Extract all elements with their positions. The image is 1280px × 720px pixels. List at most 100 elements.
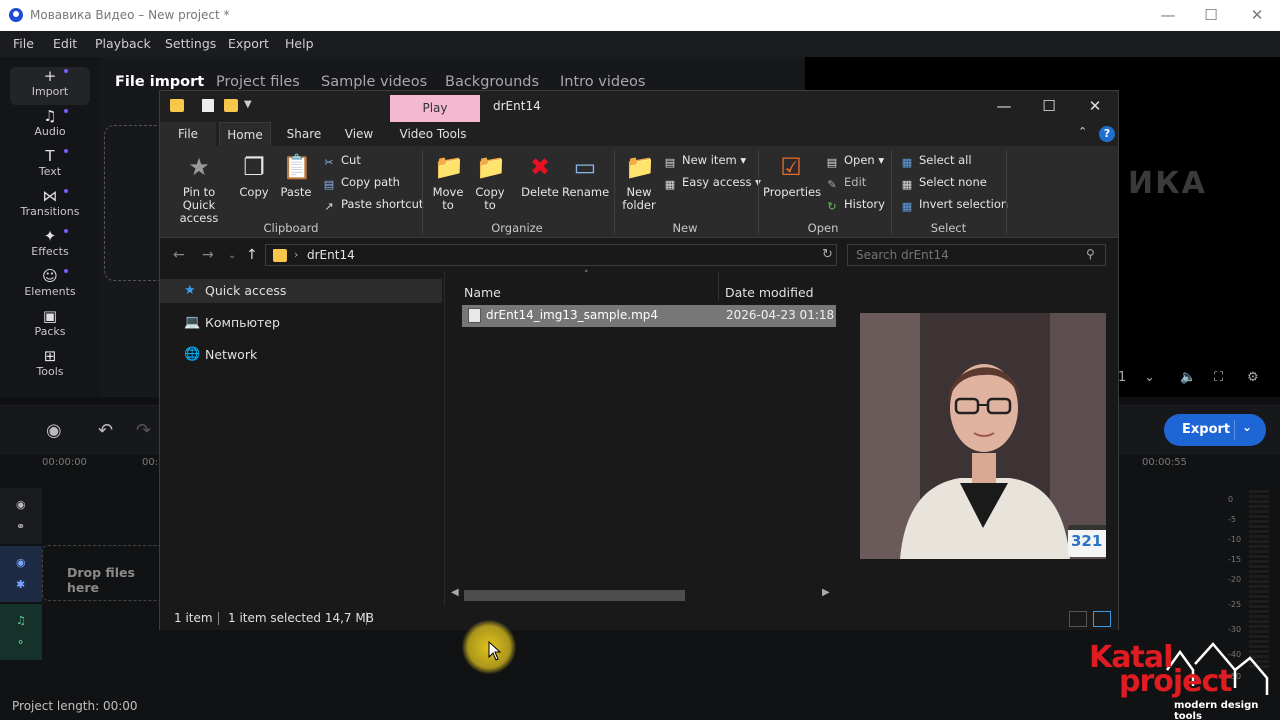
forward-icon[interactable]: → [202, 247, 214, 263]
rename-button[interactable]: ▭ Rename [562, 152, 609, 199]
export-button[interactable]: Export ⌄ [1164, 414, 1266, 446]
edit-button[interactable]: ✎ Edit [825, 174, 866, 191]
sidebar-item-import[interactable]: + Import [10, 67, 90, 105]
gear-icon[interactable]: ⚙ [1247, 370, 1259, 385]
sidebar-item-tools[interactable]: ⊞ Tools [10, 347, 90, 385]
back-icon[interactable]: ← [173, 247, 185, 263]
sidebar-item-transitions[interactable]: ⋈ Transitions [10, 187, 90, 225]
scrollbar-thumb[interactable] [464, 590, 685, 601]
tab-home[interactable]: Home [219, 122, 271, 146]
copy-to-button[interactable]: 📁 Copy to [472, 152, 508, 212]
volume-icon[interactable]: 🔈 [1180, 370, 1196, 385]
minimize-icon[interactable]: — [981, 91, 1027, 122]
link-icon[interactable]: ⚭ [16, 520, 25, 533]
chevron-up-icon[interactable]: ⌃ [1078, 125, 1087, 138]
watermark-logo: Katal project modern design tools [1085, 640, 1275, 720]
breadcrumb-path[interactable]: drEnt14 [307, 248, 355, 262]
column-header-name[interactable]: Name [464, 285, 501, 300]
breadcrumb-chevron-icon[interactable]: › [294, 248, 298, 261]
invert-selection-button[interactable]: ▦ Invert selection [900, 196, 1008, 213]
copy-path-button[interactable]: ▤ Copy path [322, 174, 400, 191]
eye-icon[interactable]: ◉ [16, 498, 26, 511]
file-row[interactable]: drEnt14_img13_sample.mp4 2026-04-23 01:1… [462, 305, 836, 327]
sidebar-item-packs[interactable]: ▣ Packs [10, 307, 90, 345]
menu-file[interactable]: File [13, 36, 34, 51]
paste-button[interactable]: 📋 Paste [278, 152, 314, 199]
menu-playback[interactable]: Playback [95, 36, 151, 51]
delete-button[interactable]: ✖ Delete [520, 152, 560, 199]
import-dropzone[interactable] [104, 125, 164, 281]
large-icons-view-icon[interactable] [1093, 611, 1111, 627]
tab-file-import[interactable]: File import [115, 74, 204, 90]
tab-file[interactable]: File [160, 122, 216, 146]
tab-view[interactable]: View [338, 122, 380, 146]
paste-shortcut-button[interactable]: ↗ Paste shortcut [322, 196, 423, 213]
sidebar-item-effects[interactable]: ✦ Effects [10, 227, 90, 265]
tab-share[interactable]: Share [281, 122, 327, 146]
new-item-button[interactable]: ▤ New item ▾ [663, 152, 746, 169]
nav-item-network[interactable]: 🌐 Network [160, 343, 442, 367]
cut-button[interactable]: ✂ Cut [322, 152, 360, 169]
easy-access-button[interactable]: ▦ Easy access ▾ [663, 174, 761, 191]
effects-track-icon[interactable]: ✱ [16, 578, 25, 591]
scroll-right-icon[interactable]: ▶ [822, 587, 830, 598]
close-icon[interactable]: ✕ [1234, 0, 1280, 31]
menu-settings[interactable]: Settings [165, 36, 216, 51]
aspect-ratio-value[interactable]: 1 [1118, 370, 1126, 385]
preview-pane-image: 321 [860, 313, 1106, 559]
eye-icon[interactable]: ◉ [16, 556, 26, 569]
scroll-left-icon[interactable]: ◀ [451, 587, 459, 598]
chevron-down-icon[interactable]: ⌄ [1144, 370, 1155, 385]
fullscreen-icon[interactable]: ⛶ [1214, 370, 1223, 385]
menu-help[interactable]: Help [285, 36, 314, 51]
tab-video-tools[interactable]: Video Tools [396, 122, 470, 146]
move-to-button[interactable]: 📁 Move to [430, 152, 466, 212]
help-icon[interactable]: ? [1099, 126, 1115, 142]
new-folder-button[interactable]: 📁 New folder [620, 152, 658, 212]
recent-locations-icon[interactable]: ⌄ [228, 250, 236, 261]
refresh-icon[interactable]: ↻ [822, 247, 833, 262]
history-button[interactable]: ↻ History [825, 196, 885, 213]
menu-edit[interactable]: Edit [53, 36, 77, 51]
record-icon[interactable]: ◉ [46, 420, 62, 441]
speaker-icon[interactable]: ♫ [16, 614, 26, 627]
redo-icon[interactable]: ↷ [136, 420, 151, 441]
search-input[interactable] [848, 245, 1078, 265]
maximize-icon[interactable]: ☐ [1188, 0, 1234, 31]
maximize-icon[interactable]: ☐ [1026, 91, 1072, 122]
properties-quick-icon[interactable] [202, 99, 214, 112]
nav-item-quick-access[interactable]: ★ Quick access [160, 279, 442, 303]
sidebar-item-text[interactable]: T Text [10, 147, 90, 185]
nav-item-computer[interactable]: 💻 Компьютер [160, 311, 442, 335]
search-field[interactable]: ⚲ [847, 244, 1106, 266]
up-arrow-icon[interactable]: ↑ [246, 247, 258, 263]
select-all-button[interactable]: ▦ Select all [900, 152, 972, 169]
tab-backgrounds[interactable]: Backgrounds [445, 74, 539, 90]
contextual-tab-play[interactable]: Play [390, 95, 480, 122]
column-header-date-modified[interactable]: Date modified [725, 285, 814, 300]
track-controls-2: ◉ ✱ [0, 546, 42, 602]
customize-quick-access-icon[interactable]: ▼ [244, 99, 252, 110]
chevron-down-icon[interactable]: ⌄ [1242, 420, 1252, 434]
menu-export[interactable]: Export [228, 36, 269, 51]
column-resize-handle[interactable] [718, 272, 719, 300]
details-view-icon[interactable] [1069, 611, 1087, 627]
properties-button[interactable]: ☑ Properties [763, 152, 821, 199]
horizontal-scrollbar[interactable]: ◀ ▶ [446, 587, 836, 603]
copy-button[interactable]: ❐ Copy [237, 152, 271, 199]
unlink-icon[interactable]: ⚬ [16, 636, 25, 649]
tab-intro-videos[interactable]: Intro videos [560, 74, 645, 90]
tab-sample-videos[interactable]: Sample videos [321, 74, 427, 90]
sidebar-item-elements[interactable]: ☺ Elements [10, 267, 90, 305]
timeline-dropzone[interactable]: Drop files here [42, 545, 162, 601]
tab-project-files[interactable]: Project files [216, 74, 300, 90]
address-field[interactable]: › drEnt14 ↻ [265, 244, 837, 266]
sidebar-item-audio[interactable]: ♫ Audio [10, 107, 90, 145]
open-button[interactable]: ▤ Open ▾ [825, 152, 884, 169]
undo-icon[interactable]: ↶ [98, 420, 113, 441]
select-none-button[interactable]: ▦ Select none [900, 174, 987, 191]
close-icon[interactable]: ✕ [1072, 91, 1118, 122]
new-folder-quick-icon[interactable] [224, 99, 238, 112]
minimize-icon[interactable]: — [1145, 0, 1191, 31]
pin-to-quick-access-button[interactable]: ★ Pin to Quick access [168, 152, 230, 225]
